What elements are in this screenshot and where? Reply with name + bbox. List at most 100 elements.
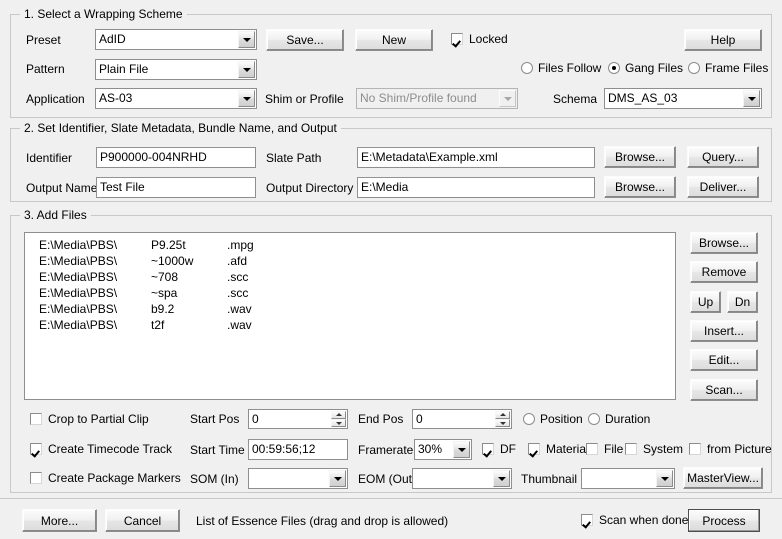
query-button[interactable]: Query...	[687, 146, 759, 168]
scan-when-done-box[interactable]	[581, 514, 593, 526]
radio-files-follow-circle[interactable]	[521, 62, 533, 74]
identifier-input[interactable]: P900000-004NRHD	[96, 147, 256, 168]
file-name: ~1000w	[151, 254, 194, 268]
list-item[interactable]: E:\Media\PBS\ ~1000w .afd	[25, 253, 675, 269]
create-timecode-track-checkbox[interactable]: Create Timecode Track	[30, 442, 172, 456]
thumbnail-combo[interactable]	[581, 468, 675, 489]
from-picture-checkbox[interactable]: from Picture	[689, 442, 772, 456]
save-button[interactable]: Save...	[266, 29, 344, 51]
spin-down-icon[interactable]	[331, 419, 346, 427]
system-checkbox[interactable]: System	[625, 442, 683, 456]
output-directory-input[interactable]: E:\Media	[357, 177, 595, 198]
start-pos-label: Start Pos	[190, 412, 240, 426]
chevron-down-icon[interactable]	[329, 470, 346, 487]
df-checkbox[interactable]: DF	[482, 442, 516, 456]
crop-to-partial-clip-box[interactable]	[30, 413, 42, 425]
locked-checkbox-box[interactable]	[451, 33, 463, 45]
radio-position[interactable]: Position	[523, 412, 583, 426]
list-item[interactable]: E:\Media\PBS\ b9.2 .wav	[25, 301, 675, 317]
chevron-down-icon[interactable]	[453, 441, 470, 458]
system-checkbox-box[interactable]	[625, 443, 637, 455]
spin-up-icon[interactable]	[495, 411, 510, 419]
list-item[interactable]: E:\Media\PBS\ ~708 .scc	[25, 269, 675, 285]
files-browse-button[interactable]: Browse...	[690, 232, 758, 254]
from-picture-checkbox-box[interactable]	[689, 443, 701, 455]
start-pos-value[interactable]: 0	[249, 410, 331, 428]
radio-position-circle[interactable]	[523, 413, 535, 425]
chevron-down-icon[interactable]	[656, 470, 673, 487]
shim-or-profile-combo[interactable]: No Shim/Profile found	[356, 88, 518, 109]
radio-files-follow[interactable]: Files Follow	[521, 61, 601, 75]
material-checkbox-box[interactable]	[528, 443, 540, 455]
new-button[interactable]: New	[355, 29, 433, 51]
start-time-input[interactable]: 00:59:56;12	[248, 439, 348, 460]
radio-frame-files-label: Frame Files	[705, 61, 769, 75]
framerate-combo[interactable]: 30%	[414, 439, 472, 460]
eom-out-combo[interactable]	[412, 468, 512, 489]
som-in-combo[interactable]	[248, 468, 348, 489]
slate-path-browse-button[interactable]: Browse...	[604, 146, 676, 168]
output-name-input[interactable]: Test File	[96, 177, 256, 198]
pattern-combo[interactable]: Plain File	[95, 59, 257, 80]
file-checkbox-box[interactable]	[586, 443, 598, 455]
end-pos-spinner[interactable]: 0	[412, 409, 512, 429]
create-package-markers-box[interactable]	[30, 472, 42, 484]
chevron-down-icon[interactable]	[743, 90, 760, 107]
chevron-down-icon[interactable]	[238, 31, 255, 48]
file-ext: .afd	[227, 254, 248, 268]
start-pos-spinner[interactable]: 0	[248, 409, 348, 429]
files-remove-button[interactable]: Remove	[690, 261, 758, 283]
from-picture-checkbox-label: from Picture	[707, 442, 772, 456]
radio-frame-files-circle[interactable]	[688, 62, 700, 74]
scan-when-done-checkbox[interactable]: Scan when done	[581, 513, 688, 527]
radio-duration[interactable]: Duration	[588, 412, 650, 426]
output-directory-browse-button[interactable]: Browse...	[604, 176, 676, 198]
df-checkbox-box[interactable]	[482, 443, 494, 455]
locked-checkbox[interactable]: Locked	[451, 32, 508, 46]
masterview-button[interactable]: MasterView...	[683, 467, 763, 489]
thumbnail-label: Thumbnail	[521, 472, 578, 486]
slate-path-input[interactable]: E:\Metadata\Example.xml	[357, 147, 595, 168]
radio-gang-files-circle[interactable]	[608, 62, 620, 74]
process-button[interactable]: Process	[688, 509, 760, 532]
more-button[interactable]: More...	[22, 509, 97, 532]
chevron-down-icon[interactable]	[499, 90, 516, 107]
preset-combo[interactable]: AdID	[95, 29, 257, 50]
essence-file-list[interactable]: E:\Media\PBS\ P9.25t .mpg E:\Media\PBS\ …	[24, 232, 676, 400]
chevron-down-icon[interactable]	[238, 61, 255, 78]
framerate-label: Framerate	[358, 443, 414, 457]
list-item[interactable]: E:\Media\PBS\ t2f .wav	[25, 317, 675, 333]
files-scan-button[interactable]: Scan...	[690, 379, 758, 401]
files-dn-button[interactable]: Dn	[727, 291, 758, 313]
chevron-down-icon[interactable]	[493, 470, 510, 487]
locked-checkbox-label: Locked	[469, 32, 508, 46]
application-combo[interactable]: AS-03	[95, 88, 257, 109]
list-item[interactable]: E:\Media\PBS\ P9.25t .mpg	[25, 237, 675, 253]
end-pos-spin-buttons[interactable]	[495, 411, 510, 427]
radio-gang-files[interactable]: Gang Files	[608, 61, 683, 75]
create-timecode-track-box[interactable]	[30, 443, 42, 455]
deliver-button[interactable]: Deliver...	[687, 176, 759, 198]
cancel-button[interactable]: Cancel	[105, 509, 180, 532]
file-ext: .scc	[227, 270, 249, 284]
radio-frame-files[interactable]: Frame Files	[688, 61, 768, 75]
spin-down-icon[interactable]	[495, 419, 510, 427]
list-item[interactable]: E:\Media\PBS\ ~spa .scc	[25, 285, 675, 301]
df-checkbox-label: DF	[500, 442, 516, 456]
chevron-down-icon[interactable]	[238, 90, 255, 107]
help-button[interactable]: Help	[684, 29, 762, 51]
end-pos-value[interactable]: 0	[413, 410, 495, 428]
create-package-markers-checkbox[interactable]: Create Package Markers	[30, 471, 181, 485]
file-checkbox[interactable]: File	[586, 442, 623, 456]
file-path: E:\Media\PBS\	[39, 302, 118, 316]
files-insert-button[interactable]: Insert...	[690, 320, 758, 342]
material-checkbox[interactable]: Material	[528, 442, 589, 456]
radio-duration-circle[interactable]	[588, 413, 600, 425]
files-up-button[interactable]: Up	[690, 291, 721, 313]
start-pos-spin-buttons[interactable]	[331, 411, 346, 427]
spin-up-icon[interactable]	[331, 411, 346, 419]
crop-to-partial-clip-checkbox[interactable]: Crop to Partial Clip	[30, 412, 149, 426]
files-edit-button[interactable]: Edit...	[690, 349, 758, 371]
file-name: ~708	[151, 270, 179, 284]
schema-combo[interactable]: DMS_AS_03	[604, 88, 762, 109]
